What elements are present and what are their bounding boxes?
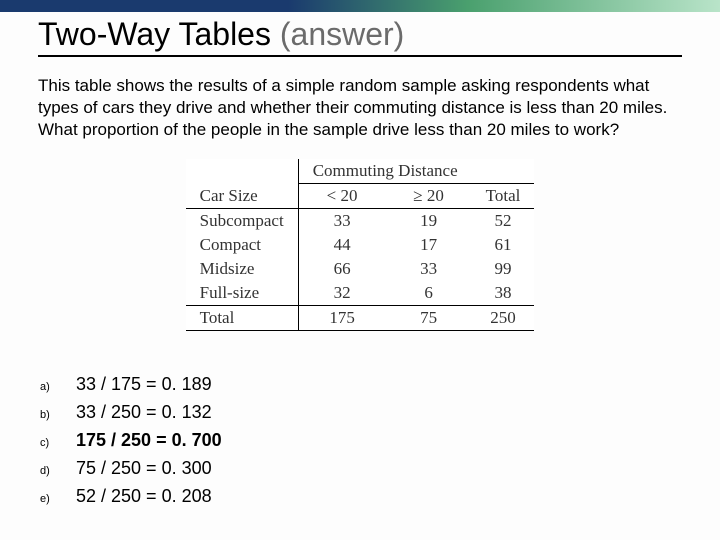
data-table: Commuting Distance Car Size < 20 ≥ 20 To…	[186, 159, 535, 331]
choice-label: e)	[38, 491, 76, 508]
choice-b: b) 33 / 250 = 0. 132	[38, 399, 682, 427]
title-answer-tag: (answer)	[280, 16, 404, 52]
col-ge20: ≥ 20	[385, 184, 471, 209]
choice-label: d)	[38, 463, 76, 480]
cell: 33	[385, 257, 471, 281]
cell: 75	[385, 306, 471, 331]
col-lt20: < 20	[298, 184, 385, 209]
car-size-header: Car Size	[186, 184, 299, 209]
choice-text: 75 / 250 = 0. 300	[76, 455, 212, 483]
cell: 44	[298, 233, 385, 257]
cell: 38	[472, 281, 535, 306]
cell: 99	[472, 257, 535, 281]
table-header-span: Commuting Distance	[186, 159, 535, 184]
data-table-wrap: Commuting Distance Car Size < 20 ≥ 20 To…	[38, 159, 682, 331]
table-header-cols: Car Size < 20 ≥ 20 Total	[186, 184, 535, 209]
choice-e: e) 52 / 250 = 0. 208	[38, 483, 682, 511]
row-label: Midsize	[186, 257, 299, 281]
choice-label: c)	[38, 435, 76, 452]
choice-text: 33 / 175 = 0. 189	[76, 371, 212, 399]
choice-d: d) 75 / 250 = 0. 300	[38, 455, 682, 483]
cell: 250	[472, 306, 535, 331]
slide-content: Two-Way Tables (answer) This table shows…	[0, 12, 720, 511]
question-text: This table shows the results of a simple…	[38, 75, 682, 141]
cell: 17	[385, 233, 471, 257]
header-accent-bar	[0, 0, 720, 12]
cell: 52	[472, 209, 535, 234]
choice-c: c) 175 / 250 = 0. 700	[38, 427, 682, 455]
table-total-row: Total 175 75 250	[186, 306, 535, 331]
choice-label: b)	[38, 407, 76, 424]
cell: 66	[298, 257, 385, 281]
title-main: Two-Way Tables	[38, 16, 280, 52]
col-total: Total	[472, 184, 535, 209]
row-label: Full-size	[186, 281, 299, 306]
choice-a: a) 33 / 175 = 0. 189	[38, 371, 682, 399]
cell: 175	[298, 306, 385, 331]
cell: 61	[472, 233, 535, 257]
table-row: Compact 44 17 61	[186, 233, 535, 257]
row-label: Compact	[186, 233, 299, 257]
row-label: Subcompact	[186, 209, 299, 234]
choice-text: 175 / 250 = 0. 700	[76, 427, 222, 455]
cell: 33	[298, 209, 385, 234]
choice-text: 33 / 250 = 0. 132	[76, 399, 212, 427]
answer-choices: a) 33 / 175 = 0. 189 b) 33 / 250 = 0. 13…	[38, 371, 682, 510]
cell: 19	[385, 209, 471, 234]
table-row: Full-size 32 6 38	[186, 281, 535, 306]
cell: 6	[385, 281, 471, 306]
table-row: Midsize 66 33 99	[186, 257, 535, 281]
total-label: Total	[186, 306, 299, 331]
slide-title: Two-Way Tables (answer)	[38, 16, 682, 57]
commuting-distance-header: Commuting Distance	[298, 159, 471, 184]
table-row: Subcompact 33 19 52	[186, 209, 535, 234]
cell: 32	[298, 281, 385, 306]
choice-label: a)	[38, 379, 76, 396]
choice-text: 52 / 250 = 0. 208	[76, 483, 212, 511]
